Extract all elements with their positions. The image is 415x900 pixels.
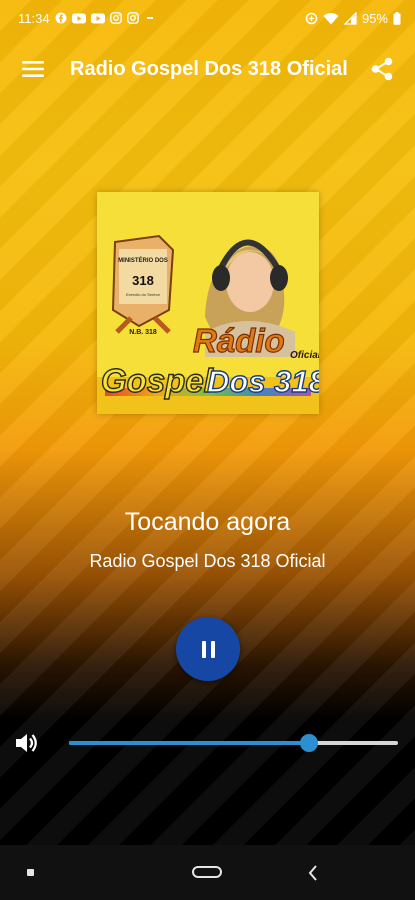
status-time: 11:34 (18, 10, 50, 26)
home-icon[interactable] (192, 866, 222, 878)
system-nav-bar (0, 845, 415, 900)
youtube-icon (71, 13, 86, 24)
cover-word-dos: Dos 318 (207, 364, 319, 399)
volume-slider-fill (69, 741, 310, 745)
station-name: Radio Gospel Dos 318 Oficial (89, 551, 326, 571)
volume-slider[interactable] (69, 734, 398, 752)
wifi-icon (323, 12, 339, 25)
app-bar: Radio Gospel Dos 318 Oficial (0, 36, 415, 102)
share-icon (371, 57, 393, 81)
youtube-icon (90, 13, 105, 24)
facebook-icon (55, 12, 67, 24)
dash-icon (144, 12, 156, 24)
pause-icon (199, 640, 217, 658)
instagram-icon (126, 12, 139, 24)
volume-icon[interactable] (14, 730, 40, 761)
station-cover-art: MINISTÉRIO DOS 318 Exército do Senhor N.… (97, 192, 319, 414)
instagram-icon (109, 12, 122, 24)
signal-icon (343, 11, 357, 25)
back-icon[interactable] (307, 864, 319, 887)
status-bar: 11:34 95% (0, 0, 415, 36)
volume-control (0, 728, 415, 758)
pause-button[interactable] (176, 617, 240, 681)
app-title: Radio Gospel Dos 318 Oficial (70, 57, 348, 80)
battery-percent: 95% (361, 10, 388, 26)
app-screen: 11:34 95% Radio Gospel Dos 318 Oficial M… (0, 0, 415, 900)
cover-badge-line1: MINISTÉRIO DOS (118, 256, 168, 264)
cover-artwork: MINISTÉRIO DOS 318 Exército do Senhor N.… (97, 192, 319, 414)
cover-word-radio: Rádio (193, 322, 285, 359)
now-playing-label: Tocando agora (124, 508, 291, 536)
cover-badge-number: 318 (132, 273, 154, 288)
cover-word-oficial: Oficial (290, 350, 319, 361)
menu-button[interactable] (18, 54, 48, 84)
cover-badge-sub: Exército do Senhor (126, 292, 161, 297)
data-saver-icon (305, 12, 318, 25)
status-left: 11:34 (18, 11, 156, 26)
cover-badge-ref: N.B. 318 (129, 329, 157, 336)
status-right: 95% (305, 11, 401, 26)
share-button[interactable] (367, 54, 397, 84)
menu-icon (22, 61, 44, 77)
battery-icon (393, 11, 401, 25)
volume-slider-thumb[interactable] (300, 734, 319, 752)
cover-word-gospel: Gospel (101, 362, 214, 399)
recents-icon[interactable] (27, 869, 34, 876)
